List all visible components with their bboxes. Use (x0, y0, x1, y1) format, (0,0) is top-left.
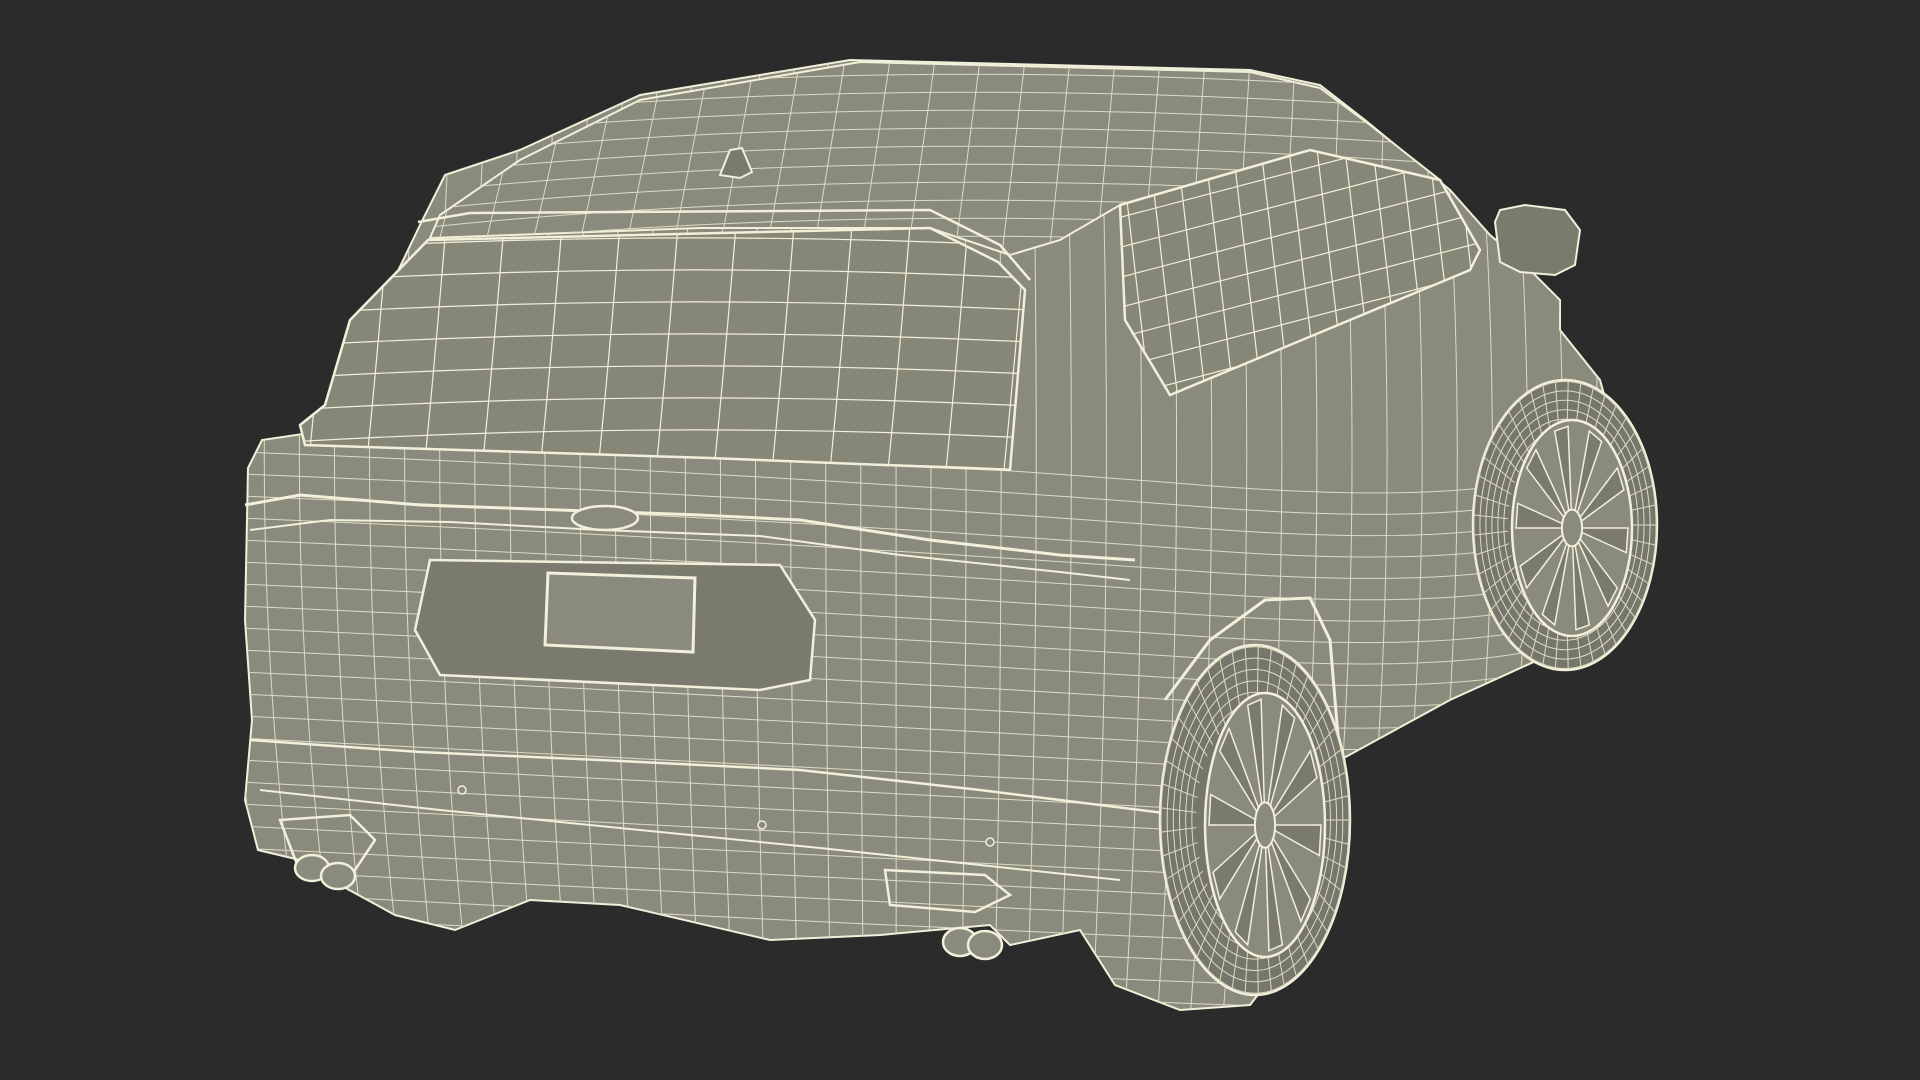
brand-emblem (570, 504, 640, 532)
render-viewport (0, 0, 1920, 1080)
mesh-edge (245, 927, 1625, 1007)
side-mirror (1493, 203, 1582, 277)
wireframe-render (243, 58, 1659, 1012)
exhaust-tip (319, 861, 357, 891)
license-plate (543, 571, 697, 654)
parking-sensor (457, 785, 467, 795)
exhaust-tip (966, 929, 1004, 961)
mesh-edge (245, 949, 1625, 1010)
mesh-edge (245, 971, 1625, 1010)
near-wheel (1158, 643, 1352, 997)
far-wheel (1471, 378, 1659, 672)
car-body (243, 58, 1627, 1012)
wheel-hub (1253, 801, 1277, 849)
parking-sensor (757, 820, 767, 830)
wheel-hub (1560, 508, 1584, 548)
parking-sensor (985, 837, 995, 847)
